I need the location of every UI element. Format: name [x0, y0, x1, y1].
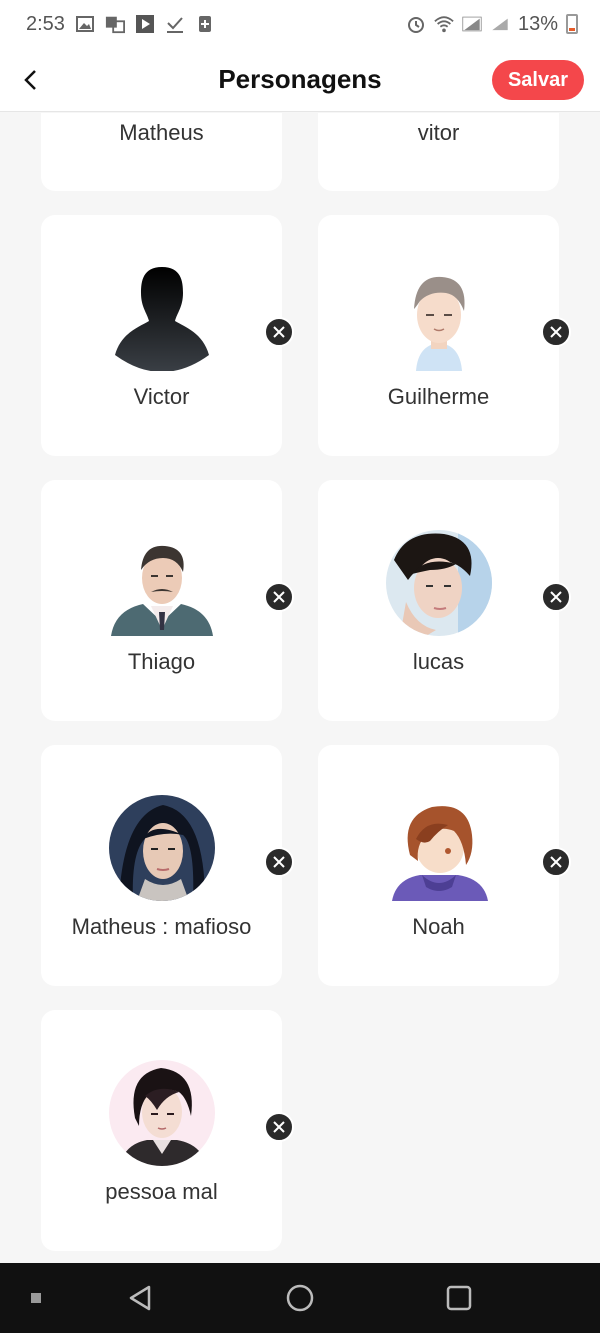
signal-icon-2: [492, 18, 508, 31]
app-header: Personagens Salvar: [0, 48, 600, 112]
status-bar: 2:53 13%: [0, 0, 600, 48]
close-icon: [550, 856, 562, 868]
home-nav-button[interactable]: [282, 1280, 318, 1316]
character-name: Guilherme: [387, 384, 490, 409]
close-icon: [550, 591, 562, 603]
character-name: Victor: [133, 384, 190, 409]
anime-avatar-guilherme: [386, 265, 492, 371]
character-card[interactable]: Guilherme: [318, 215, 559, 456]
status-time: 2:53: [26, 12, 65, 35]
recent-dot-button[interactable]: [28, 1290, 44, 1306]
remove-character-button[interactable]: [264, 582, 294, 612]
close-icon: [273, 856, 285, 868]
character-card[interactable]: Matheus : mafioso: [41, 745, 282, 986]
remove-character-button[interactable]: [264, 847, 294, 877]
back-nav-button[interactable]: [122, 1280, 158, 1316]
character-name: Thiago: [127, 649, 196, 674]
character-name: vitor: [417, 120, 460, 145]
remove-character-button[interactable]: [264, 317, 294, 347]
home-circle-icon: [286, 1284, 314, 1312]
overview-square-icon: [446, 1285, 472, 1311]
save-button[interactable]: Salvar: [491, 60, 584, 100]
anime-avatar-thiago: [109, 530, 215, 636]
silhouette-avatar: [115, 267, 209, 371]
sim-icon: [198, 16, 211, 32]
back-triangle-icon: [129, 1285, 151, 1311]
anime-avatar-pessoa-mal: [109, 1060, 215, 1166]
check-icon: [166, 17, 183, 33]
character-card-partial[interactable]: Matheus: [41, 113, 282, 191]
characters-grid: Matheus vitor Victor Guilherme Thiago lu…: [0, 113, 600, 1263]
remove-character-button[interactable]: [264, 1112, 294, 1142]
character-card[interactable]: pessoa mal: [41, 1010, 282, 1251]
character-name: Noah: [412, 914, 465, 939]
remove-character-button[interactable]: [541, 847, 571, 877]
remove-character-button[interactable]: [541, 582, 571, 612]
translate-icon: [105, 16, 125, 34]
close-icon: [273, 591, 285, 603]
overview-nav-button[interactable]: [441, 1280, 477, 1316]
character-card[interactable]: lucas: [318, 480, 559, 721]
remove-character-button[interactable]: [541, 317, 571, 347]
system-nav-bar: [0, 1263, 600, 1333]
character-card[interactable]: Victor: [41, 215, 282, 456]
photo-avatar-matheus-mafioso: [109, 795, 215, 901]
character-card-partial[interactable]: vitor: [318, 113, 559, 191]
wifi-icon: [434, 16, 454, 33]
battery-percent: 13%: [517, 12, 558, 35]
character-name: lucas: [412, 649, 465, 674]
alarm-icon: [407, 17, 424, 33]
battery-icon: [566, 14, 578, 34]
play-icon: [135, 15, 154, 33]
chevron-left-icon: [24, 70, 36, 90]
character-card[interactable]: Noah: [318, 745, 559, 986]
square-small-icon: [31, 1293, 41, 1303]
signal-icon: [462, 16, 482, 32]
character-name: pessoa mal: [105, 1179, 218, 1204]
character-card[interactable]: Thiago: [41, 480, 282, 721]
close-icon: [550, 326, 562, 338]
close-icon: [273, 326, 285, 338]
anime-avatar-noah: [386, 795, 492, 901]
photo-avatar-lucas: [386, 530, 492, 636]
character-name: Matheus: [119, 120, 204, 145]
close-icon: [273, 1121, 285, 1133]
image-icon: [75, 16, 94, 32]
character-name: Matheus : mafioso: [71, 914, 252, 939]
back-button[interactable]: [10, 60, 50, 100]
